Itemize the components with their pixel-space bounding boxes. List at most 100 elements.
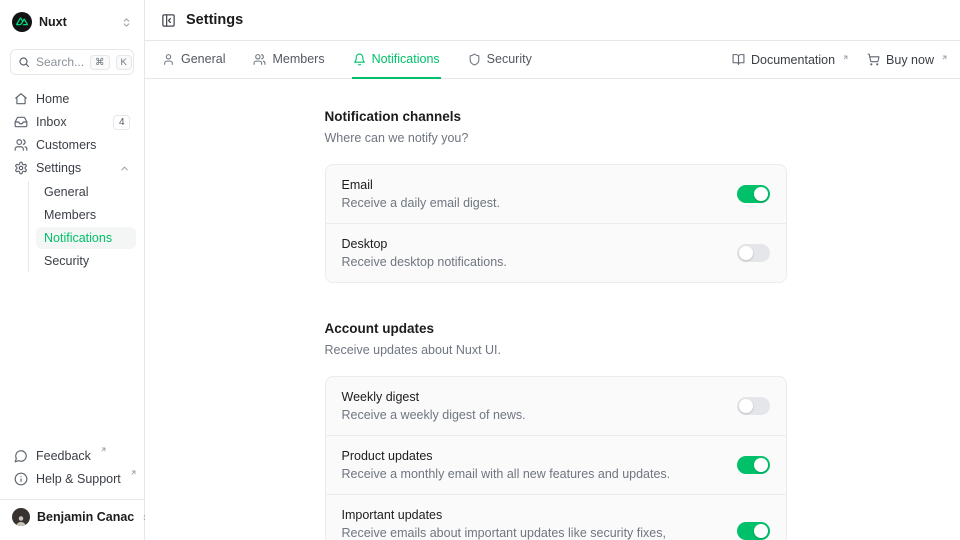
shopping-cart-icon [867,53,880,66]
nuxt-logo-icon [12,12,32,32]
sidebar-item-security[interactable]: Security [36,250,136,272]
setting-description: Receive desktop notifications. [342,255,721,269]
product-updates-toggle[interactable] [737,456,770,474]
sidebar-item-settings[interactable]: Settings [8,157,136,179]
buy-now-link[interactable]: Buy now [867,53,948,67]
users-icon [14,138,28,152]
setting-text: Product updates Receive a monthly email … [342,449,721,481]
avatar [12,508,30,526]
setting-label: Desktop [342,237,721,251]
sidebar-item-label: Home [36,92,130,106]
buy-now-label: Buy now [886,53,934,67]
section-description: Where can we notify you? [325,131,787,145]
arrow-up-right-icon [842,54,849,61]
setting-text: Desktop Receive desktop notifications. [342,237,721,269]
message-bubble-icon [14,449,28,463]
user-name: Benjamin Canac [37,510,134,524]
sidebar-item-customers[interactable]: Customers [8,134,136,156]
setting-label: Weekly digest [342,390,721,404]
section-notification-channels: Notification channels Where can we notif… [325,109,787,283]
home-icon [14,92,28,106]
bell-icon [353,53,366,66]
setting-text: Important updates Receive emails about i… [342,508,721,540]
inbox-icon [14,115,28,129]
tab-members[interactable]: Members [252,41,325,79]
chevron-up-icon [119,163,130,174]
feedback-link[interactable]: Feedback [8,445,136,467]
setting-row-product-updates: Product updates Receive a monthly email … [326,435,786,494]
sidebar-item-members[interactable]: Members [36,204,136,226]
chevrons-up-down-icon [121,17,132,28]
setting-description: Receive emails about important updates l… [342,526,721,540]
setting-label: Product updates [342,449,721,463]
sidebar-item-label: Customers [36,138,130,152]
sidebar-nav: Home Inbox 4 Customers Settings [8,88,136,273]
user-icon [162,53,175,66]
app-window: Nuxt Search... ⌘ K Home [0,0,960,540]
setting-description: Receive a monthly email with all new fea… [342,467,721,481]
settings-subnav: General Members Notifications Security [28,181,136,272]
main-panel: Settings General Members [145,0,960,540]
weekly-digest-toggle[interactable] [737,397,770,415]
info-circle-icon [14,472,28,486]
content-column: Notification channels Where can we notif… [325,79,787,540]
setting-label: Email [342,178,721,192]
section-title: Notification channels [325,109,787,124]
kbd-meta: ⌘ [90,55,110,70]
user-menu[interactable]: Benjamin Canac [0,499,144,532]
search-placeholder: Search... [36,55,84,69]
setting-row-important-updates: Important updates Receive emails about i… [326,494,786,540]
desktop-toggle[interactable] [737,244,770,262]
tab-general[interactable]: General [161,41,226,79]
documentation-link[interactable]: Documentation [732,53,849,67]
sidebar-item-general[interactable]: General [36,181,136,203]
section-description: Receive updates about Nuxt UI. [325,343,787,357]
book-open-icon [732,53,745,66]
sidebar-item-label: Settings [36,161,111,175]
tab-security[interactable]: Security [467,41,533,79]
tab-label: Members [272,52,324,66]
sidebar-item-inbox[interactable]: Inbox 4 [8,111,136,133]
setting-description: Receive a weekly digest of news. [342,408,721,422]
page-title: Settings [186,12,243,28]
setting-text: Email Receive a daily email digest. [342,178,721,210]
setting-row-email: Email Receive a daily email digest. [326,165,786,223]
page-header: Settings [145,0,960,41]
documentation-label: Documentation [751,53,835,67]
sidebar-item-notifications[interactable]: Notifications [36,227,136,249]
sidebar-item-home[interactable]: Home [8,88,136,110]
sidebar: Nuxt Search... ⌘ K Home [0,0,145,540]
setting-description: Receive a daily email digest. [342,196,721,210]
important-updates-toggle[interactable] [737,522,770,540]
section-title: Account updates [325,321,787,336]
kbd-k: K [116,55,132,70]
tabbar: General Members Notifications [145,41,960,79]
shield-icon [468,53,481,66]
help-support-label: Help & Support [36,472,121,486]
arrow-up-right-icon [941,54,948,61]
team-switcher[interactable]: Nuxt [8,8,136,36]
help-support-link[interactable]: Help & Support [8,468,136,490]
collapse-sidebar-icon[interactable] [161,13,176,28]
inbox-count-badge: 4 [113,115,130,130]
sidebar-footer: Feedback Help & Support Benjamin Canac [8,445,136,532]
settings-card: Weekly digest Receive a weekly digest of… [325,376,787,540]
gear-icon [14,161,28,175]
sidebar-item-label: Inbox [36,115,105,129]
team-name: Nuxt [39,15,114,29]
search-icon [18,56,30,68]
users-icon [253,53,266,66]
tab-notifications[interactable]: Notifications [352,41,441,79]
section-account-updates: Account updates Receive updates about Nu… [325,321,787,540]
setting-row-desktop: Desktop Receive desktop notifications. [326,223,786,282]
feedback-label: Feedback [36,449,91,463]
tab-label: Notifications [372,52,440,66]
arrow-up-right-icon [100,446,107,453]
arrow-up-right-icon [130,469,137,476]
email-toggle[interactable] [737,185,770,203]
setting-row-weekly-digest: Weekly digest Receive a weekly digest of… [326,377,786,435]
setting-label: Important updates [342,508,721,522]
tab-label: General [181,52,225,66]
search-input[interactable]: Search... ⌘ K [10,49,134,75]
settings-card: Email Receive a daily email digest. Desk… [325,164,787,283]
